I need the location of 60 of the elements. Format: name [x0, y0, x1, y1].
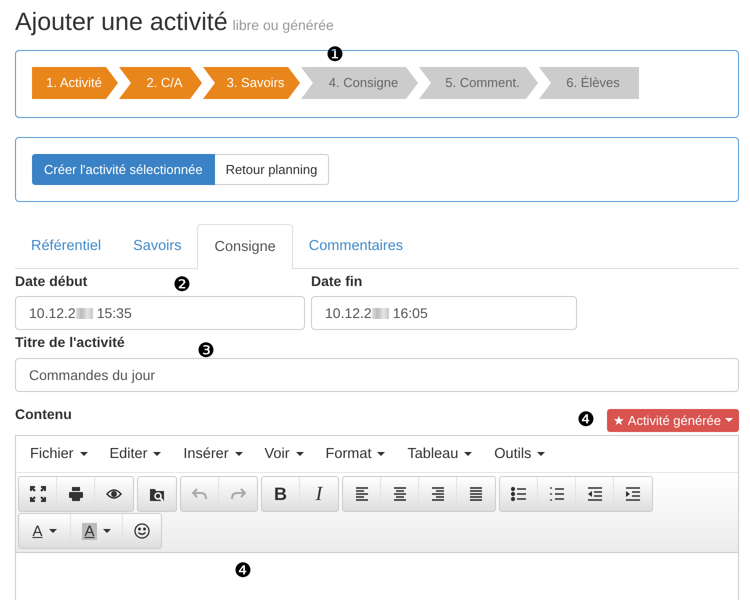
caret-icon	[377, 452, 386, 456]
caret-icon	[537, 452, 546, 456]
wizard-step[interactable]: 6. Élèves	[539, 67, 639, 99]
editor-area[interactable]: ❹	[16, 553, 738, 600]
justify-icon	[468, 486, 484, 502]
toolbar-button[interactable]: A	[19, 514, 71, 548]
field-label: Contenu	[15, 406, 72, 422]
caret-icon	[80, 452, 88, 456]
bullist-icon	[510, 486, 526, 502]
redo-icon	[230, 486, 246, 502]
menu-item[interactable]: Editer	[98, 446, 172, 462]
fullscreen-icon	[30, 486, 46, 502]
callout-marker: ❷	[173, 275, 191, 295]
activity-type-button[interactable]: ★ Activité générée	[606, 408, 739, 432]
menu-item[interactable]: Outils	[483, 446, 556, 462]
callout-marker: ❹	[576, 410, 595, 430]
tab[interactable]: Consigne	[197, 224, 293, 270]
date-field[interactable]: 10.12.2 16:05	[311, 296, 577, 330]
search-icon	[149, 486, 165, 502]
caret-icon	[725, 418, 733, 422]
date-field[interactable]: 10.12.2 15:35	[15, 296, 305, 330]
wizard-step[interactable]: 5. Comment.	[419, 67, 538, 99]
tab[interactable]: Référentiel	[15, 224, 118, 268]
field-label: Date fin	[311, 273, 362, 289]
field-label: Date début	[15, 273, 88, 289]
tab[interactable]: Savoirs	[117, 224, 198, 268]
caret-icon	[102, 528, 110, 534]
menu-item[interactable]: Voir	[254, 446, 315, 462]
wizard-step[interactable]: 4. Consigne	[301, 67, 418, 99]
tab[interactable]: Commentaires	[292, 224, 420, 268]
callout-marker: ❸	[197, 341, 215, 361]
outdent-icon	[586, 486, 602, 502]
menu-item[interactable]: Tableau	[396, 446, 484, 462]
alignleft-icon	[354, 486, 370, 502]
aligncenter-icon	[392, 486, 408, 502]
toolbar-button[interactable]: B	[262, 477, 300, 511]
undo-icon	[192, 486, 208, 502]
page-subtitle: libre ou générée	[232, 17, 334, 33]
caret-icon	[464, 452, 472, 456]
alignright-icon	[430, 486, 446, 502]
field-label: Titre de l'activité	[15, 334, 125, 350]
menu-item[interactable]: Format	[314, 446, 396, 462]
callout-marker: ❹	[234, 561, 252, 581]
toolbar-button[interactable]: I	[300, 477, 338, 511]
title-field[interactable]: Commandes du jour	[15, 358, 739, 392]
callout-marker: ❶	[326, 45, 344, 65]
caret-icon	[296, 452, 304, 456]
print-icon	[68, 486, 84, 502]
caret-icon	[153, 452, 162, 456]
menu-item[interactable]: Fichier	[19, 446, 99, 462]
menu-item[interactable]: Insérer	[172, 446, 254, 462]
indent-icon	[625, 486, 641, 502]
numlist-icon	[548, 486, 564, 502]
caret-icon	[234, 452, 243, 456]
create-button[interactable]: Créer l'activité sélectionnée	[32, 154, 215, 185]
toolbar-button[interactable]: A	[71, 514, 123, 548]
caret-icon	[48, 528, 56, 534]
page-title: Ajouter une activité	[15, 8, 228, 37]
emoticon-icon	[134, 523, 150, 539]
back-button[interactable]: Retour planning	[214, 154, 330, 185]
